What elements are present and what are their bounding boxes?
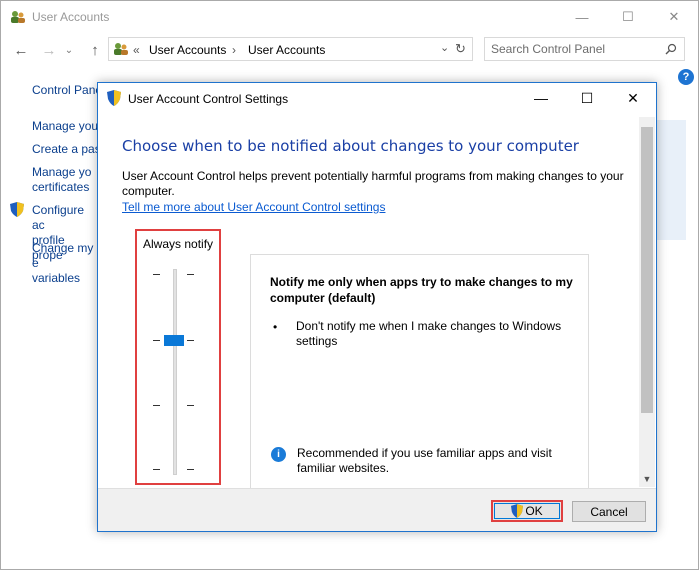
scrollbar-thumb[interactable] <box>641 127 653 413</box>
breadcrumb-overflow[interactable]: « <box>133 43 140 57</box>
level-detail: Don't notify me when I make changes to W… <box>296 319 562 348</box>
window-title: User Accounts <box>32 10 110 24</box>
slider-tick <box>187 405 194 406</box>
shield-icon <box>10 202 24 217</box>
level-description-box: Notify me only when apps try to make cha… <box>250 254 589 494</box>
close-icon: ✕ <box>668 9 680 24</box>
users-icon <box>114 43 128 55</box>
slider-tick <box>153 274 160 275</box>
search-input[interactable] <box>491 41 661 57</box>
sidebar-item-create-password[interactable]: Create a pass <box>32 142 98 157</box>
notification-slider-panel: Always notify <box>135 229 221 485</box>
slider-thumb[interactable] <box>164 335 184 346</box>
minimize-icon: — <box>534 90 548 106</box>
maximize-icon: ☐ <box>622 9 634 24</box>
background-panel <box>656 120 686 240</box>
info-icon: i <box>271 447 286 462</box>
forward-arrow-icon[interactable]: → <box>39 40 59 60</box>
help-icon[interactable]: ? <box>678 69 694 85</box>
uac-settings-dialog: User Account Control Settings — ☐ ✕ Choo… <box>97 82 657 532</box>
up-arrow-icon[interactable]: ↑ <box>85 40 105 60</box>
address-dropdown-icon[interactable]: ⌄ <box>440 41 449 54</box>
learn-more-link[interactable]: Tell me more about User Account Control … <box>122 200 385 214</box>
level-title: Notify me only when apps try to make cha… <box>270 275 573 305</box>
dialog-close-button[interactable]: ✕ <box>610 83 656 113</box>
address-row: ← → ⌄ ↑ « User Accounts › User Accounts … <box>1 37 698 63</box>
dialog-footer: OK Cancel <box>98 488 656 531</box>
recent-chevron-icon[interactable]: ⌄ <box>59 40 79 60</box>
sidebar-item-environment-variables[interactable]: Change my e variables <box>32 241 98 286</box>
dialog-heading: Choose when to be notified about changes… <box>122 137 579 155</box>
cancel-button[interactable]: Cancel <box>572 501 646 522</box>
search-box[interactable] <box>484 37 685 61</box>
slider-tick <box>153 405 160 406</box>
search-icon[interactable] <box>665 43 677 55</box>
slider-top-label: Always notify <box>143 237 214 251</box>
dialog-maximize-button[interactable]: ☐ <box>564 83 610 113</box>
back-arrow-icon[interactable]: ← <box>11 40 31 60</box>
breadcrumb-item[interactable]: User Accounts <box>248 43 325 57</box>
slider-tick <box>153 469 160 470</box>
sidebar-item-manage-certificates[interactable]: Manage yo certificates <box>32 165 98 195</box>
breadcrumb-separator: › <box>232 43 236 57</box>
minimize-button[interactable]: — <box>559 1 605 33</box>
uac-shield-icon <box>511 504 524 518</box>
slider-tick <box>187 340 194 341</box>
slider-tick <box>187 274 194 275</box>
slider-tick <box>153 340 160 341</box>
maximize-button[interactable]: ☐ <box>605 1 651 33</box>
slider-tick <box>187 469 194 470</box>
close-icon: ✕ <box>627 89 639 106</box>
ok-label: OK <box>525 504 543 518</box>
sidebar-item-manage-accounts[interactable]: Manage you <box>32 119 98 134</box>
ok-button-face[interactable]: OK <box>494 503 560 519</box>
dialog-minimize-button[interactable]: — <box>518 83 564 113</box>
close-button[interactable]: ✕ <box>651 1 697 33</box>
scroll-down-arrow-icon[interactable]: ▼ <box>641 473 653 485</box>
sidebar-control-panel-home[interactable]: Control Pane <box>32 83 100 98</box>
breadcrumb-item[interactable]: User Accounts <box>149 43 226 57</box>
address-bar[interactable]: « User Accounts › User Accounts ⌄ ↻ <box>108 37 473 61</box>
bullet-icon: • <box>273 320 278 334</box>
outer-titlebar: User Accounts — ☐ ✕ <box>1 1 698 33</box>
refresh-icon[interactable]: ↻ <box>455 41 466 57</box>
dialog-title: User Account Control Settings <box>128 92 289 106</box>
maximize-icon: ☐ <box>580 89 594 106</box>
minimize-icon: — <box>575 9 589 25</box>
users-icon <box>11 11 25 23</box>
ok-button[interactable]: OK <box>491 500 563 522</box>
uac-shield-icon <box>107 90 121 106</box>
recommendation-text: Recommended if you use familiar apps and… <box>297 446 552 475</box>
dialog-description: User Account Control helps prevent poten… <box>122 169 624 198</box>
dialog-titlebar: User Account Control Settings — ☐ ✕ <box>98 83 656 113</box>
dialog-scrollbar[interactable]: ▼ <box>639 117 655 487</box>
slider-track[interactable] <box>173 269 177 475</box>
